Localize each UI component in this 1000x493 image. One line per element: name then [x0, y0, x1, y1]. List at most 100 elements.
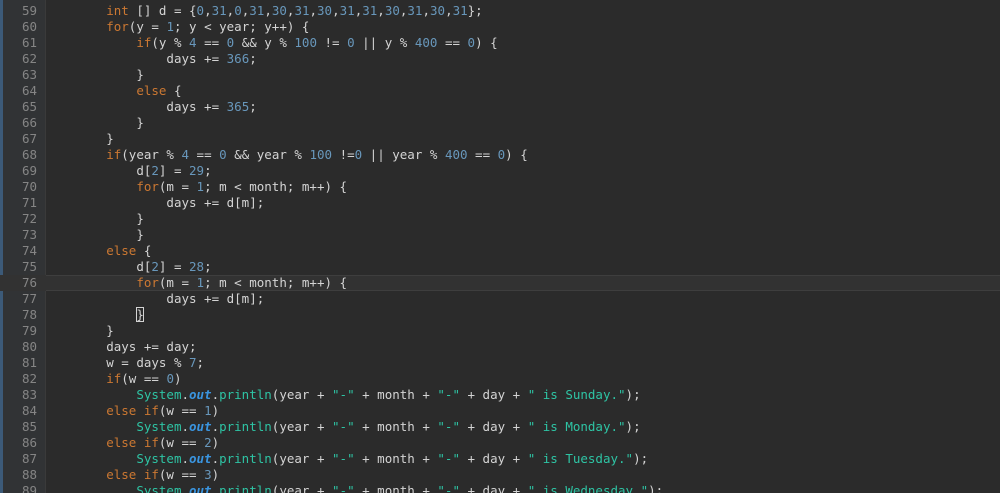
code-text[interactable]: d[2] = 28;: [46, 259, 212, 275]
code-line[interactable]: 82 if(w == 0): [0, 371, 1000, 387]
code-line[interactable]: 59 int [] d = {0,31,0,31,30,31,30,31,31,…: [0, 3, 1000, 19]
code-text[interactable]: else {: [46, 83, 181, 99]
code-token: }: [136, 211, 144, 226]
code-text[interactable]: }: [46, 211, 144, 227]
string-token: "-": [332, 419, 355, 434]
code-line[interactable]: 74 else {: [0, 243, 1000, 259]
code-line[interactable]: 87 System.out.println(year + "-" + month…: [0, 451, 1000, 467]
code-line[interactable]: 68 if(year % 4 == 0 && year % 100 !=0 ||…: [0, 147, 1000, 163]
code-line[interactable]: 69 d[2] = 29;: [0, 163, 1000, 179]
code-line[interactable]: 86 else if(w == 2): [0, 435, 1000, 451]
code-text[interactable]: d[2] = 29;: [46, 163, 211, 179]
code-line[interactable]: 78 }: [0, 307, 1000, 323]
code-line[interactable]: 85 System.out.println(year + "-" + month…: [0, 419, 1000, 435]
line-number: 73: [21, 227, 37, 242]
code-line[interactable]: 77 days += d[m];: [0, 291, 1000, 307]
code-token: + month +: [354, 419, 438, 434]
line-number: 80: [21, 339, 37, 354]
code-line[interactable]: 67 }: [0, 131, 1000, 147]
code-text[interactable]: days += day;: [46, 339, 196, 355]
code-line[interactable]: 63 }: [0, 67, 1000, 83]
code-text[interactable]: System.out.println(year + "-" + month + …: [46, 419, 640, 435]
code-text[interactable]: System.out.println(year + "-" + month + …: [46, 451, 648, 467]
code-line[interactable]: 72 }: [0, 211, 1000, 227]
line-number: 64: [21, 83, 37, 98]
code-text[interactable]: w = days % 7;: [46, 355, 204, 371]
code-text[interactable]: else if(w == 2): [46, 435, 219, 451]
code-token: + day +: [459, 387, 528, 402]
line-number: 61: [21, 35, 37, 50]
code-text[interactable]: if(y % 4 == 0 && y % 100 != 0 || y % 400…: [46, 35, 497, 51]
field-token: out: [189, 387, 212, 402]
line-number: 75: [21, 259, 37, 274]
number-token: 31: [362, 3, 378, 18]
code-line[interactable]: 73 }: [0, 227, 1000, 243]
code-line[interactable]: 79 }: [0, 323, 1000, 339]
code-token: ;: [204, 259, 212, 274]
code-token: }: [136, 227, 144, 242]
code-text[interactable]: for(m = 1; m < month; m++) {: [46, 179, 347, 195]
number-token: 30: [271, 3, 287, 18]
code-line[interactable]: 75 d[2] = 28;: [0, 259, 1000, 275]
code-text[interactable]: }: [46, 131, 114, 147]
code-line[interactable]: 61 if(y % 4 == 0 && y % 100 != 0 || y % …: [0, 35, 1000, 51]
code-text[interactable]: }: [46, 67, 144, 83]
code-token: {: [136, 243, 152, 258]
number-token: 31: [211, 3, 227, 18]
code-line[interactable]: 84 else if(w == 1): [0, 403, 1000, 419]
code-text[interactable]: }: [46, 307, 144, 323]
code-line[interactable]: 65 days += 365;: [0, 99, 1000, 115]
code-line[interactable]: 62 days += 366;: [0, 51, 1000, 67]
line-number: 59: [21, 3, 37, 18]
code-line[interactable]: 88 else if(w == 3): [0, 467, 1000, 483]
code-text[interactable]: else if(w == 3): [46, 467, 219, 483]
code-line[interactable]: 70 for(m = 1; m < month; m++) {: [0, 179, 1000, 195]
line-number: 89: [21, 483, 37, 493]
code-text[interactable]: }: [46, 323, 114, 339]
code-token: (w ==: [158, 403, 205, 418]
class-token: System: [136, 451, 182, 466]
code-line-current[interactable]: 76 for(m = 1; m < month; m++) {: [0, 275, 1000, 291]
code-line[interactable]: 60 for(y = 1; y < year; y++) {: [0, 19, 1000, 35]
number-token: 3: [204, 467, 212, 482]
code-text[interactable]: }: [46, 227, 144, 243]
code-text[interactable]: for(m = 1; m < month; m++) {: [46, 275, 347, 291]
code-text[interactable]: }: [46, 115, 144, 131]
code-text[interactable]: days += d[m];: [46, 291, 264, 307]
code-text[interactable]: days += d[m];: [46, 195, 264, 211]
code-text[interactable]: else if(w == 1): [46, 403, 219, 419]
code-line[interactable]: 89 System.out.println(year + "-" + month…: [0, 483, 1000, 493]
code-text[interactable]: days += 365;: [46, 99, 256, 115]
code-text[interactable]: else {: [46, 243, 151, 259]
code-line[interactable]: 64 else {: [0, 83, 1000, 99]
code-editor[interactable]: 59 int [] d = {0,31,0,31,30,31,30,31,31,…: [0, 0, 1000, 493]
line-number: 87: [21, 451, 37, 466]
code-text[interactable]: System.out.println(year + "-" + month + …: [46, 483, 663, 493]
code-line[interactable]: 83 System.out.println(year + "-" + month…: [0, 387, 1000, 403]
code-line[interactable]: 71 days += d[m];: [0, 195, 1000, 211]
code-text[interactable]: int [] d = {0,31,0,31,30,31,30,31,31,30,…: [46, 3, 483, 19]
line-number: 86: [21, 435, 37, 450]
code-token: ] =: [158, 163, 190, 178]
code-text[interactable]: if(w == 0): [46, 371, 181, 387]
code-text[interactable]: if(year % 4 == 0 && year % 100 !=0 || ye…: [46, 147, 528, 163]
number-token: 0: [196, 3, 205, 18]
number-token: 2: [204, 435, 212, 450]
code-text[interactable]: System.out.println(year + "-" + month + …: [46, 387, 640, 403]
code-lines[interactable]: 59 int [] d = {0,31,0,31,30,31,30,31,31,…: [0, 3, 1000, 493]
code-text[interactable]: days += 366;: [46, 51, 256, 67]
code-line[interactable]: 81 w = days % 7;: [0, 355, 1000, 371]
code-text[interactable]: for(y = 1; y < year; y++) {: [46, 19, 309, 35]
code-token: ,: [422, 3, 430, 18]
number-token: 31: [339, 3, 355, 18]
code-line[interactable]: 80 days += day;: [0, 339, 1000, 355]
keyword-token: else: [106, 243, 137, 258]
code-line[interactable]: 66 }: [0, 115, 1000, 131]
number-token: 0: [166, 371, 174, 386]
